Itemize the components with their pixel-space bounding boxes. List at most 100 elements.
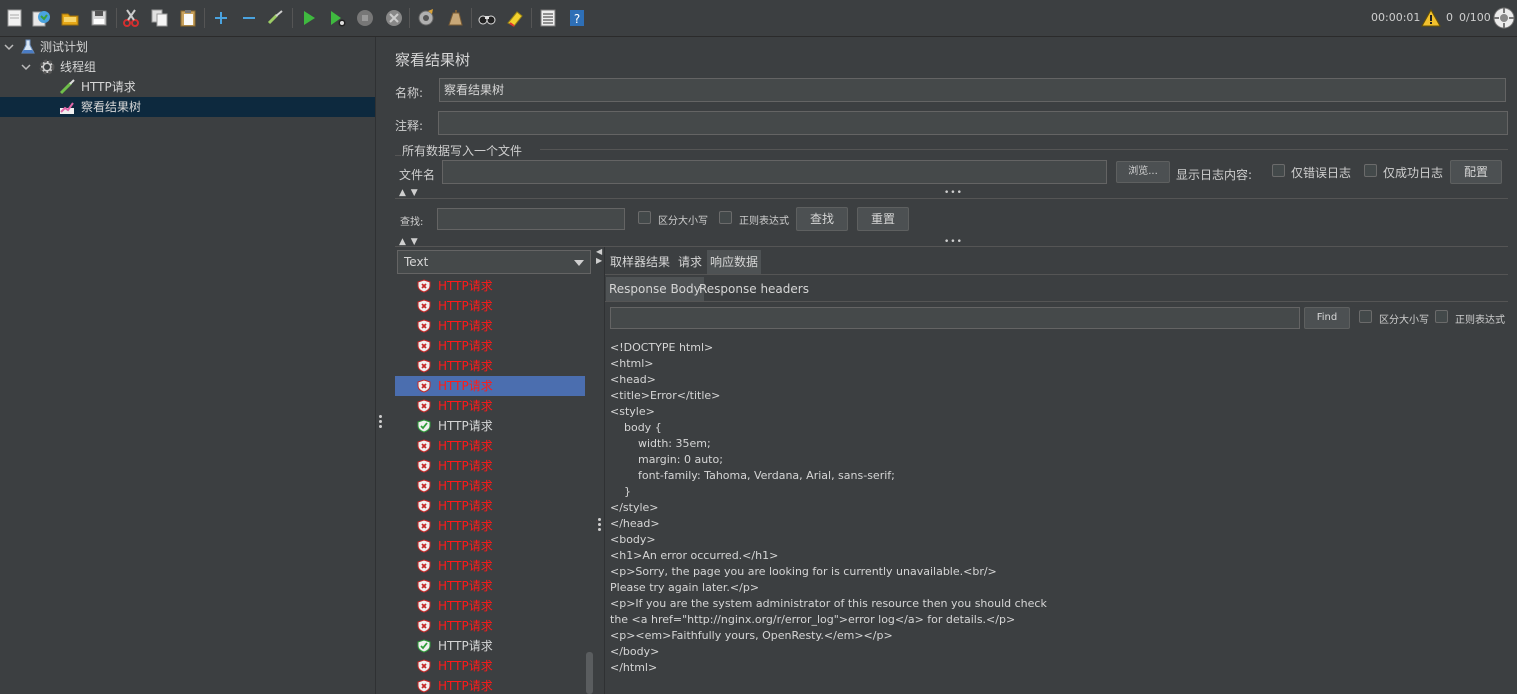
function-helper-icon[interactable] [538, 8, 558, 28]
name-field[interactable]: 察看结果树 [439, 78, 1506, 102]
comment-label: 注释: [395, 119, 424, 133]
chevron-down-icon[interactable] [21, 62, 31, 72]
result-item-label: HTTP请求 [438, 319, 493, 333]
error-shield-icon [417, 579, 431, 593]
templates-icon[interactable] [31, 8, 51, 28]
panel-title: 察看结果树 [395, 51, 471, 69]
shutdown-icon[interactable] [384, 8, 404, 28]
regex-checkbox[interactable] [719, 211, 732, 224]
result-item[interactable]: HTTP请求 [395, 456, 585, 476]
save-icon[interactable] [89, 8, 109, 28]
tree-item-http-request[interactable]: HTTP请求 [0, 77, 375, 97]
error-shield-icon [417, 339, 431, 353]
reset-button[interactable]: 重置 [857, 207, 909, 231]
result-item[interactable]: HTTP请求 [395, 536, 585, 556]
search-icon[interactable] [477, 8, 497, 28]
result-item[interactable]: HTTP请求 [395, 576, 585, 596]
main-splitter[interactable] [375, 37, 385, 694]
browse-button[interactable]: 浏览... [1116, 161, 1170, 183]
result-item[interactable]: HTTP请求 [395, 436, 585, 456]
result-item[interactable]: HTTP请求 [395, 396, 585, 416]
success-shield-icon [417, 639, 431, 653]
result-item[interactable]: HTTP请求 [395, 336, 585, 356]
result-item[interactable]: HTTP请求 [395, 496, 585, 516]
scrollbar-thumb[interactable] [586, 652, 593, 694]
configure-button[interactable]: 配置 [1450, 160, 1502, 184]
warning-icon[interactable] [1421, 9, 1441, 27]
chevron-down-icon[interactable] [4, 42, 14, 52]
result-item[interactable]: HTTP请求 [395, 276, 585, 296]
result-item-label: HTTP请求 [438, 299, 493, 313]
tab-response-body[interactable]: Response Body [606, 277, 704, 301]
open-folder-icon[interactable] [60, 8, 80, 28]
svg-text:?: ? [574, 12, 580, 26]
tab-response-data[interactable]: 响应数据 [707, 250, 762, 274]
new-test-plan-icon[interactable] [5, 8, 25, 28]
filename-field[interactable] [442, 160, 1107, 184]
response-case-sensitive-checkbox[interactable] [1359, 310, 1372, 323]
response-line: <!DOCTYPE html> [610, 341, 714, 354]
error-shield-icon [417, 379, 431, 393]
result-item[interactable]: HTTP请求 [395, 476, 585, 496]
tree-item-view-results-tree[interactable]: 察看结果树 [0, 97, 375, 117]
result-item[interactable]: HTTP请求 [395, 416, 585, 436]
result-item-label: HTTP请求 [438, 539, 493, 553]
result-item[interactable]: HTTP请求 [395, 516, 585, 536]
tab-response-headers[interactable]: Response headers [696, 277, 812, 301]
response-line: </head> [610, 517, 660, 530]
errors-only-checkbox[interactable] [1272, 164, 1285, 177]
collapse-arrows[interactable]: ◀ ▶ [596, 247, 603, 265]
divider-grip[interactable]: ••• [944, 188, 963, 198]
cut-icon[interactable] [121, 8, 141, 28]
paste-icon[interactable] [178, 8, 198, 28]
result-list-scrollbar[interactable] [585, 276, 594, 694]
response-regex-checkbox[interactable] [1435, 310, 1448, 323]
result-item[interactable]: HTTP请求 [395, 596, 585, 616]
tree-item-test-plan[interactable]: 测试计划 [0, 37, 375, 57]
start-no-pauses-icon[interactable] [327, 8, 347, 28]
result-item[interactable]: HTTP请求 [395, 676, 585, 694]
result-item[interactable]: HTTP请求 [395, 616, 585, 636]
clear-icon[interactable] [445, 8, 465, 28]
test-plan-tree: 测试计划 线程组 HTTP请求 察看结果树 [0, 37, 375, 694]
result-item[interactable]: HTTP请求 [395, 296, 585, 316]
remote-start-icon[interactable] [416, 8, 436, 28]
result-item-selected[interactable]: HTTP请求 [395, 376, 585, 396]
result-item-label: HTTP请求 [438, 379, 493, 393]
collapse-all-icon[interactable] [239, 8, 259, 28]
result-item-label: HTTP请求 [438, 459, 493, 473]
renderer-select[interactable]: Text [397, 250, 591, 274]
result-item-label: HTTP请求 [438, 419, 493, 433]
tree-item-thread-group[interactable]: 线程组 [0, 57, 375, 77]
result-item[interactable]: HTTP请求 [395, 356, 585, 376]
case-sensitive-checkbox[interactable] [638, 211, 651, 224]
renderer-select-value: Text [404, 255, 429, 269]
stop-icon[interactable] [355, 8, 375, 28]
result-item-label: HTTP请求 [438, 479, 493, 493]
find-button[interactable]: 查找 [796, 207, 848, 231]
result-item[interactable]: HTTP请求 [395, 556, 585, 576]
result-item[interactable]: HTTP请求 [395, 656, 585, 676]
response-find-button[interactable]: Find [1304, 307, 1350, 329]
error-shield-icon [417, 359, 431, 373]
reset-search-icon[interactable] [505, 8, 525, 28]
start-icon[interactable] [299, 8, 319, 28]
result-item-label: HTTP请求 [438, 599, 493, 613]
comment-field[interactable] [438, 111, 1508, 135]
result-item-label: HTTP请求 [438, 559, 493, 573]
copy-icon[interactable] [150, 8, 170, 28]
success-only-checkbox[interactable] [1364, 164, 1377, 177]
collapse-arrows[interactable]: ▲ ▼ [399, 188, 419, 198]
toolbar: ? 00:00:01 0 0/100 [0, 0, 1517, 37]
search-field[interactable] [437, 208, 625, 230]
help-icon[interactable]: ? [567, 8, 587, 28]
toggle-icon[interactable] [266, 8, 286, 28]
expand-all-icon[interactable] [211, 8, 231, 28]
tab-sampler-result[interactable]: 取样器结果 [607, 250, 673, 274]
response-search-field[interactable] [610, 307, 1300, 329]
result-item[interactable]: HTTP请求 [395, 316, 585, 336]
result-item[interactable]: HTTP请求 [395, 636, 585, 656]
results-splitter[interactable]: ◀ ▶ [595, 247, 605, 694]
response-body-text[interactable]: <!DOCTYPE html> <html> <head> <title>Error<… [610, 340, 1510, 676]
tab-request[interactable]: 请求 [675, 250, 705, 274]
